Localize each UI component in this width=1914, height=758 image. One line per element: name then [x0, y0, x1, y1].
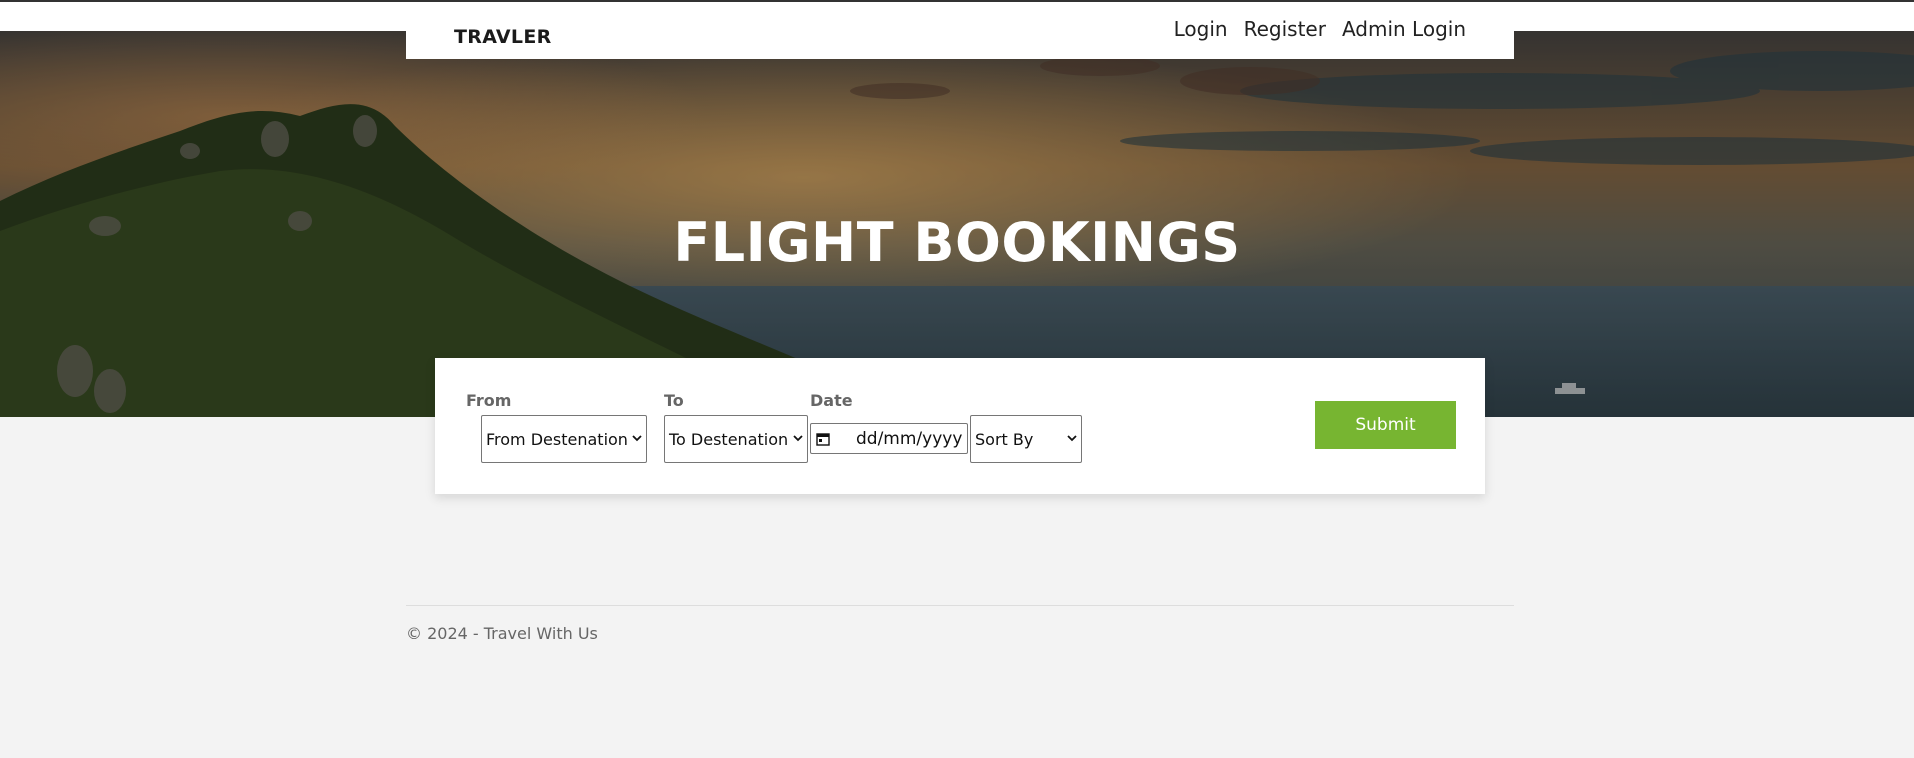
footer-copyright: © 2024 - Travel With Us — [406, 624, 598, 643]
brand-logo[interactable]: TRAVLER — [454, 26, 552, 48]
sort-by-value: Sort By — [975, 429, 1034, 449]
navbar: TRAVLER Login Register Admin Login — [406, 2, 1514, 59]
calendar-icon[interactable] — [816, 432, 830, 446]
to-label: To — [664, 391, 684, 410]
submit-button[interactable]: Submit — [1315, 401, 1456, 449]
sort-by-select[interactable]: Sort By — [970, 415, 1082, 463]
nav-login-link[interactable]: Login — [1174, 17, 1228, 41]
to-destination-select[interactable]: To Destenation — [664, 415, 808, 463]
chevron-down-icon — [632, 435, 642, 442]
date-label: Date — [810, 391, 853, 410]
to-destination-value: To Destenation — [669, 429, 789, 449]
from-destination-value: From Destenation — [486, 429, 628, 449]
flight-search-form: From From Destenation To To Destenation … — [435, 358, 1485, 494]
from-label: From — [466, 391, 512, 410]
chevron-down-icon — [1067, 435, 1077, 442]
nav-admin-login-link[interactable]: Admin Login — [1342, 17, 1466, 41]
chevron-down-icon — [793, 435, 803, 442]
from-destination-select[interactable]: From Destenation — [481, 415, 647, 463]
nav-links: Login Register Admin Login — [1174, 17, 1466, 41]
date-input[interactable]: dd/mm/yyyy — [810, 423, 968, 454]
date-placeholder: dd/mm/yyyy — [856, 428, 963, 449]
nav-register-link[interactable]: Register — [1244, 17, 1326, 41]
hero-title: FLIGHT BOOKINGS — [673, 211, 1241, 274]
footer-divider — [406, 605, 1514, 606]
